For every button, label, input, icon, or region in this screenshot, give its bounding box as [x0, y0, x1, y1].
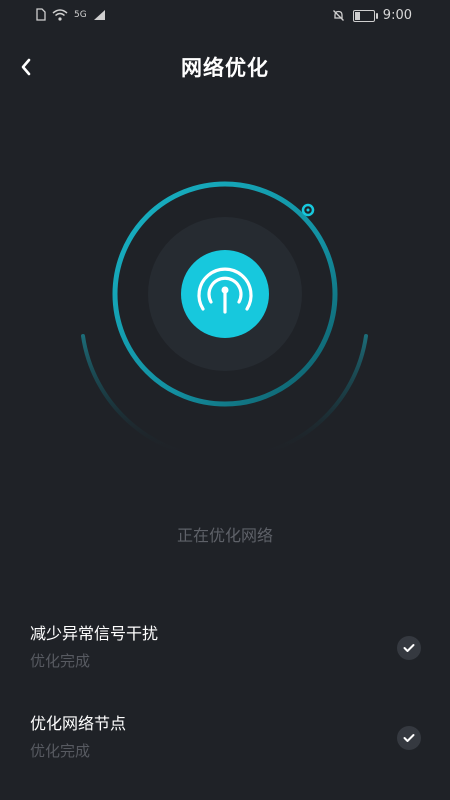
task-status: 优化完成 — [30, 742, 91, 760]
battery-icon — [352, 9, 378, 22]
wifi-icon — [52, 8, 68, 21]
task-check-badge — [397, 726, 421, 750]
task-title: 优化网络节点 — [30, 714, 127, 733]
progress-graphic — [81, 181, 368, 461]
task-check-badge — [397, 636, 421, 660]
list-item: 减少异常信号干扰 优化完成 — [0, 620, 450, 690]
nav-bar: 网络优化 — [0, 44, 450, 90]
status-right: 9:00 — [332, 8, 412, 23]
status-bar: 5G 9:00 — [0, 0, 450, 34]
task-title: 减少异常信号干扰 — [30, 624, 159, 643]
list-item: 优化网络节点 优化完成 — [0, 710, 450, 780]
network-type-label: 5G — [74, 9, 87, 20]
optimizing-status-text: 正在优化网络 — [176, 526, 273, 545]
task-status: 优化完成 — [30, 652, 91, 670]
sim-card-icon — [36, 8, 46, 21]
mute-bell-icon — [332, 10, 344, 21]
check-icon — [403, 644, 415, 652]
status-left: 5G — [36, 8, 106, 21]
signal-icon — [93, 9, 105, 20]
page-title: 网络优化 — [181, 56, 269, 80]
clock: 9:00 — [382, 8, 412, 23]
check-icon — [403, 734, 415, 742]
optimization-visual — [0, 150, 450, 470]
